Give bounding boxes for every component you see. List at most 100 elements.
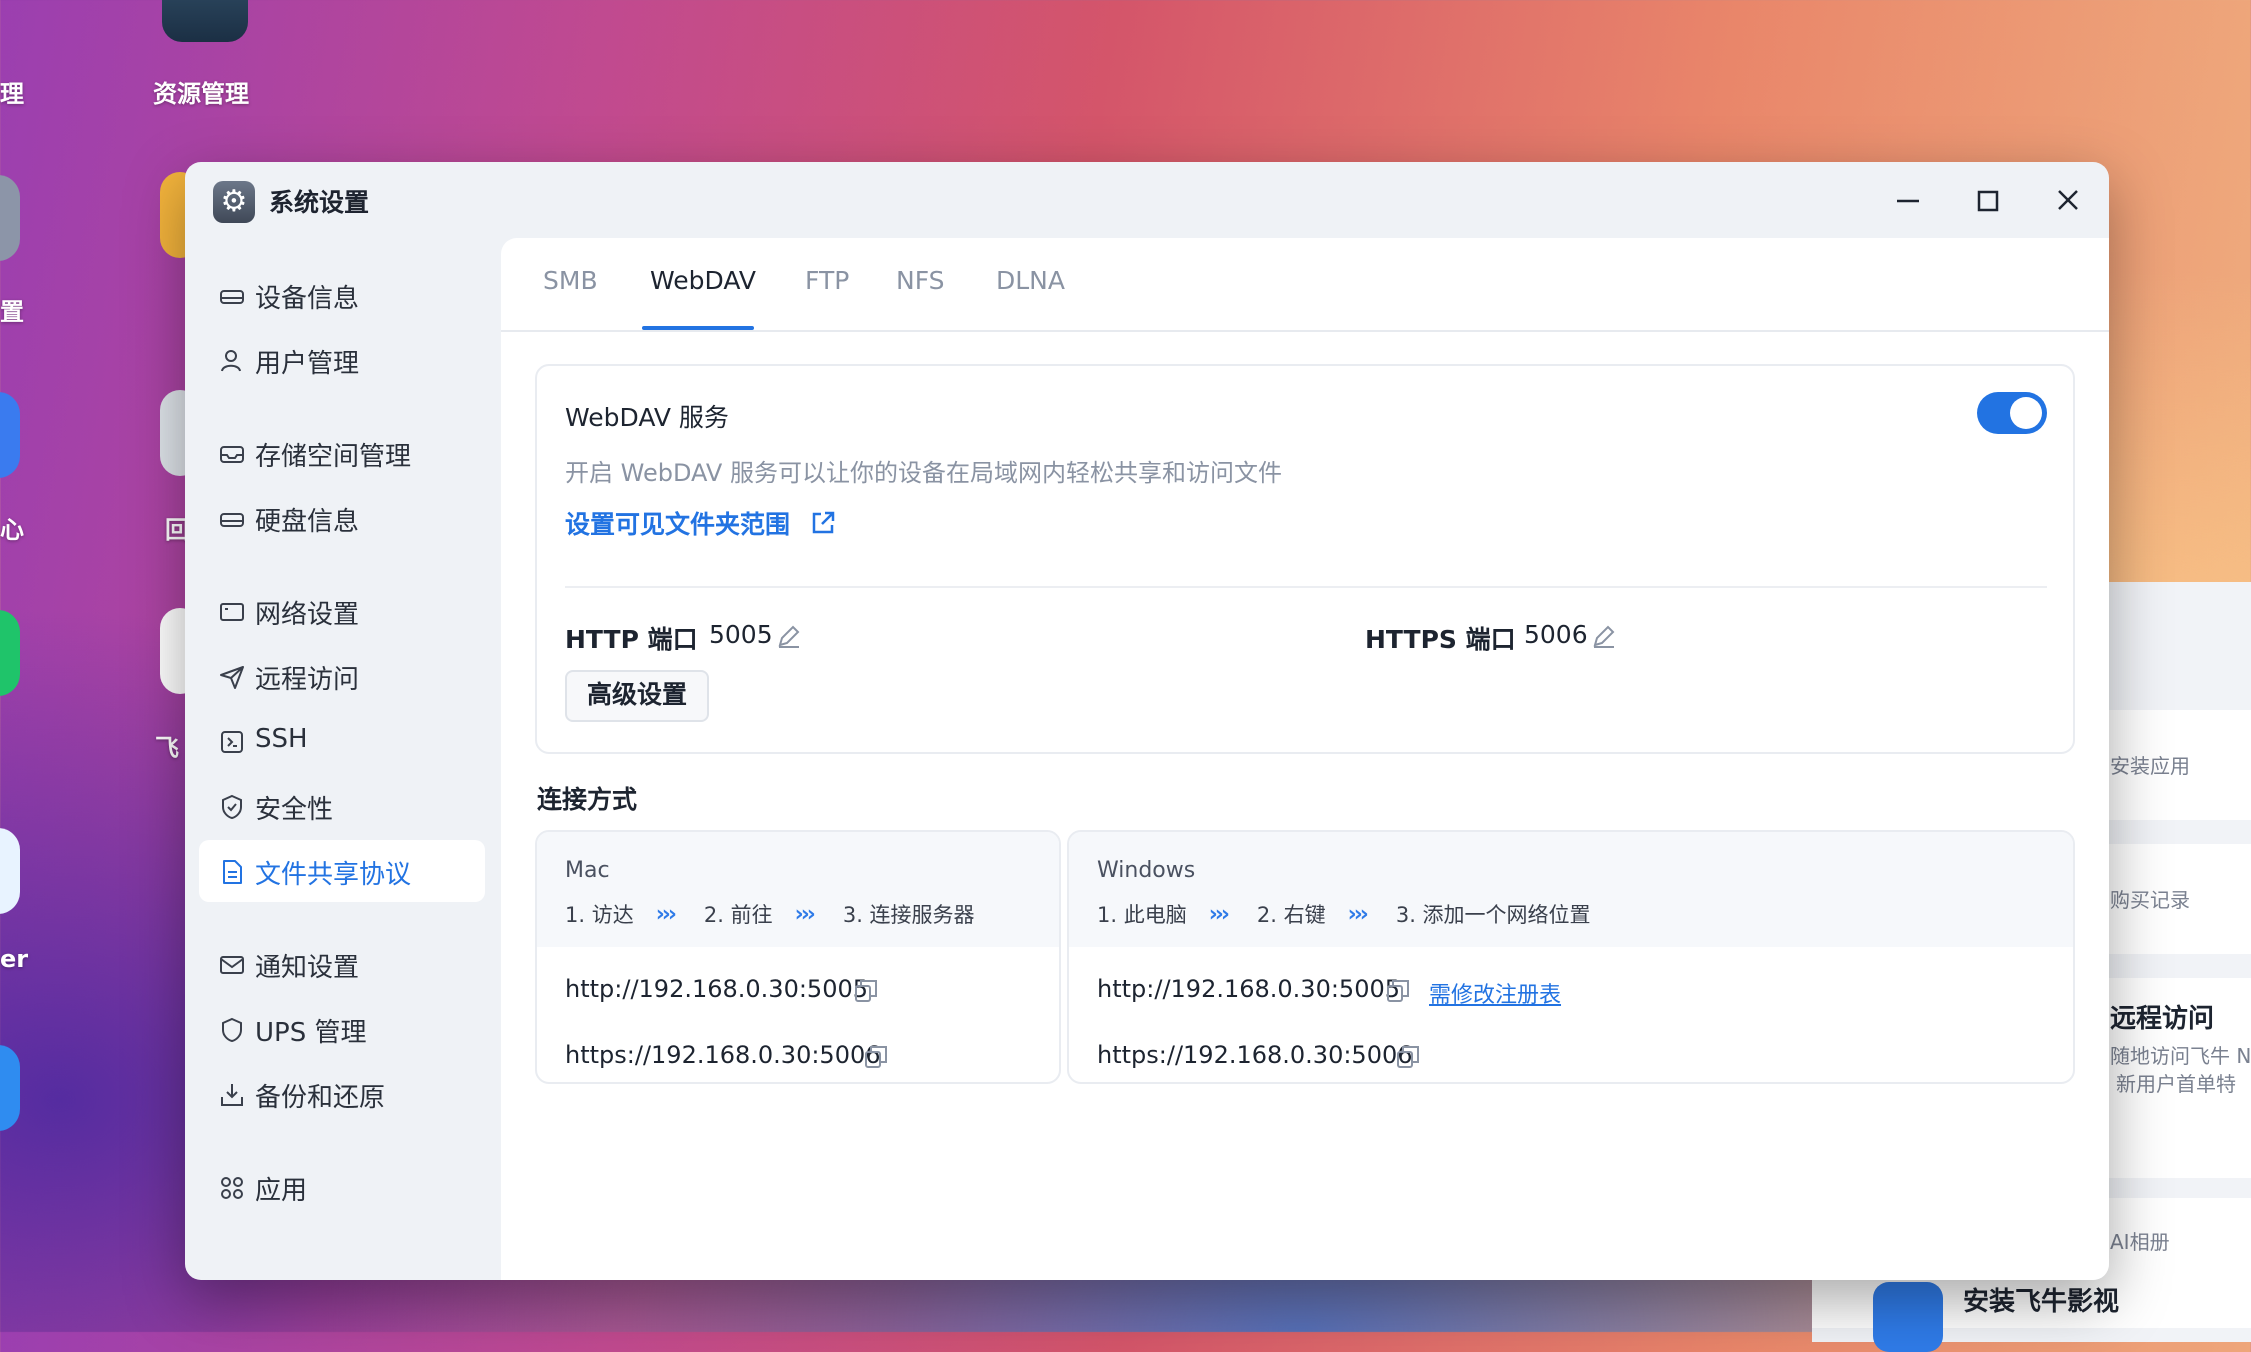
mac-connection-card: Mac 1. 访达 ››› 2. 前往 ››› 3. 连接服务器 http://… bbox=[535, 830, 1061, 1084]
tab-nfs[interactable]: NFS bbox=[896, 266, 945, 295]
sidebar-item-user-management[interactable]: 用户管理 bbox=[199, 329, 485, 391]
desktop-app-icon[interactable] bbox=[0, 828, 20, 914]
sidebar-item-disk-info[interactable]: 硬盘信息 bbox=[199, 487, 485, 549]
desktop-label[interactable]: 理 bbox=[0, 74, 24, 109]
sidebar-item-network[interactable]: 网络设置 bbox=[199, 580, 485, 642]
close-button[interactable] bbox=[2045, 180, 2091, 222]
chevrons-right-icon: ››› bbox=[1347, 901, 1369, 927]
sidebar-item-label: 备份和还原 bbox=[255, 1083, 386, 1113]
storage-icon bbox=[220, 446, 244, 463]
step-text: 1. 访达 bbox=[565, 903, 634, 927]
sidebar-item-label: 设备信息 bbox=[255, 284, 360, 314]
movie-app-icon[interactable] bbox=[1873, 1282, 1943, 1352]
service-title: WebDAV 服务 bbox=[565, 403, 729, 432]
tab-webdav[interactable]: WebDAV bbox=[650, 266, 756, 295]
folder-scope-link-label: 设置可见文件夹范围 bbox=[565, 510, 791, 539]
windows-steps: 1. 此电脑 ››› 2. 右键 ››› 3. 添加一个网络位置 bbox=[1097, 900, 1591, 928]
desktop-app-icon[interactable] bbox=[0, 175, 20, 261]
connection-section-title: 连接方式 bbox=[537, 785, 638, 814]
sidebar-item-label: UPS 管理 bbox=[255, 1018, 367, 1048]
chevrons-right-icon: ››› bbox=[794, 901, 816, 927]
sidebar-item-label: 网络设置 bbox=[255, 600, 360, 630]
external-link-icon bbox=[812, 511, 834, 534]
tab-smb[interactable]: SMB bbox=[543, 266, 598, 295]
sidebar-item-remote-access[interactable]: 远程访问 bbox=[199, 645, 485, 707]
windows-connection-header: Windows 1. 此电脑 ››› 2. 右键 ››› 3. 添加一个网络位置 bbox=[1069, 832, 2073, 947]
remote-access-title: 远程访问 bbox=[2110, 1004, 2215, 1034]
close-icon bbox=[2058, 190, 2078, 210]
windows-http-url: http://192.168.0.30:5005 bbox=[1097, 975, 1400, 1003]
desktop-label[interactable]: 心 bbox=[0, 510, 24, 545]
webdav-service-card: WebDAV 服务 开启 WebDAV 服务可以让你的设备在局域网内轻松共享和访… bbox=[535, 364, 2075, 754]
sidebar-item-file-sharing[interactable]: 文件共享协议 bbox=[199, 840, 485, 902]
copy-icon[interactable] bbox=[1385, 978, 1411, 1004]
copy-icon[interactable] bbox=[863, 1044, 889, 1070]
window-title: 系统设置 bbox=[269, 188, 370, 217]
title-bar[interactable]: ⚙ 系统设置 bbox=[185, 162, 2109, 237]
sidebar-item-notifications[interactable]: 通知设置 bbox=[199, 933, 485, 995]
main-content: SMB WebDAV FTP NFS DLNA WebDAV 服务 开启 Web… bbox=[501, 238, 2109, 1280]
terminal-icon bbox=[221, 731, 243, 753]
advanced-settings-button[interactable]: 高级设置 bbox=[565, 670, 709, 722]
sidebar-item-ssh[interactable]: SSH bbox=[199, 710, 485, 772]
registry-link[interactable]: 需修改注册表 bbox=[1429, 977, 1561, 1009]
sidebar-item-backup[interactable]: 备份和还原 bbox=[199, 1063, 485, 1125]
folder-scope-link[interactable]: 设置可见文件夹范围 bbox=[565, 505, 837, 541]
http-port-label: HTTP 端口 bbox=[565, 625, 698, 654]
desktop-app-icon[interactable] bbox=[0, 1045, 20, 1131]
edit-pencil-icon[interactable] bbox=[1590, 622, 1618, 650]
shield-icon bbox=[222, 1017, 242, 1043]
windows-connection-card: Windows 1. 此电脑 ››› 2. 右键 ››› 3. 添加一个网络位置… bbox=[1067, 830, 2075, 1084]
service-description: 开启 WebDAV 服务可以让你的设备在局域网内轻松共享和访问文件 bbox=[565, 459, 1282, 487]
document-icon bbox=[223, 860, 242, 884]
os-label: Windows bbox=[1097, 858, 1196, 883]
mail-icon bbox=[220, 956, 244, 974]
edit-pencil-icon[interactable] bbox=[775, 622, 803, 650]
maximize-icon bbox=[1977, 190, 1999, 212]
desktop-app-icon[interactable] bbox=[0, 392, 20, 478]
copy-icon[interactable] bbox=[1395, 1044, 1421, 1070]
sidebar-item-label: SSH bbox=[255, 724, 308, 754]
divider bbox=[565, 586, 2047, 588]
https-port-value: 5006 bbox=[1524, 620, 1588, 649]
step-text: 2. 右键 bbox=[1256, 903, 1326, 927]
http-port-value: 5005 bbox=[709, 620, 773, 649]
user-icon bbox=[221, 350, 241, 372]
sidebar-item-apps[interactable]: 应用 bbox=[199, 1156, 485, 1218]
chevrons-right-icon: ››› bbox=[655, 901, 677, 927]
os-label: Mac bbox=[565, 858, 610, 883]
tab-ftp[interactable]: FTP bbox=[805, 266, 849, 295]
purchase-record-text: 购买记录 bbox=[2110, 888, 2190, 912]
chevrons-right-icon: ››› bbox=[1208, 901, 1230, 927]
sidebar-item-label: 通知设置 bbox=[255, 953, 360, 983]
desktop-app-icon[interactable] bbox=[0, 610, 20, 696]
toggle-knob bbox=[2010, 397, 2042, 429]
minimize-icon bbox=[1897, 199, 1919, 203]
sidebar-item-ups[interactable]: UPS 管理 bbox=[199, 998, 485, 1060]
gear-icon: ⚙ bbox=[213, 181, 255, 223]
disk-icon bbox=[220, 513, 244, 527]
shield-check-icon bbox=[222, 794, 242, 820]
desktop-label[interactable]: 置 bbox=[0, 292, 24, 327]
step-text: 1. 此电脑 bbox=[1097, 903, 1187, 927]
tab-dlna[interactable]: DLNA bbox=[996, 266, 1065, 295]
sidebar-item-device-info[interactable]: 设备信息 bbox=[199, 264, 485, 326]
active-tab-indicator bbox=[642, 326, 754, 330]
sidebar-item-label: 文件共享协议 bbox=[255, 860, 412, 890]
desktop-label[interactable]: 资源管理 bbox=[153, 74, 249, 109]
maximize-button[interactable] bbox=[1965, 180, 2011, 222]
network-icon bbox=[220, 603, 244, 621]
webdav-toggle[interactable] bbox=[1977, 392, 2047, 434]
desktop-label[interactable]: er bbox=[0, 945, 28, 973]
https-port-label: HTTPS 端口 bbox=[1365, 625, 1516, 654]
install-movie-title[interactable]: 安装飞牛影视 bbox=[1963, 1281, 2119, 1318]
sidebar-item-storage[interactable]: 存储空间管理 bbox=[199, 422, 485, 484]
sidebar-item-security[interactable]: 安全性 bbox=[199, 775, 485, 837]
copy-icon[interactable] bbox=[853, 978, 879, 1004]
desktop-label[interactable]: 飞 bbox=[155, 728, 179, 763]
step-text: 3. 连接服务器 bbox=[842, 903, 975, 927]
desktop-app-icon[interactable] bbox=[162, 0, 248, 42]
sidebar-item-label: 用户管理 bbox=[255, 349, 360, 379]
minimize-button[interactable] bbox=[1885, 180, 1931, 222]
mac-http-url: http://192.168.0.30:5005 bbox=[565, 975, 868, 1003]
